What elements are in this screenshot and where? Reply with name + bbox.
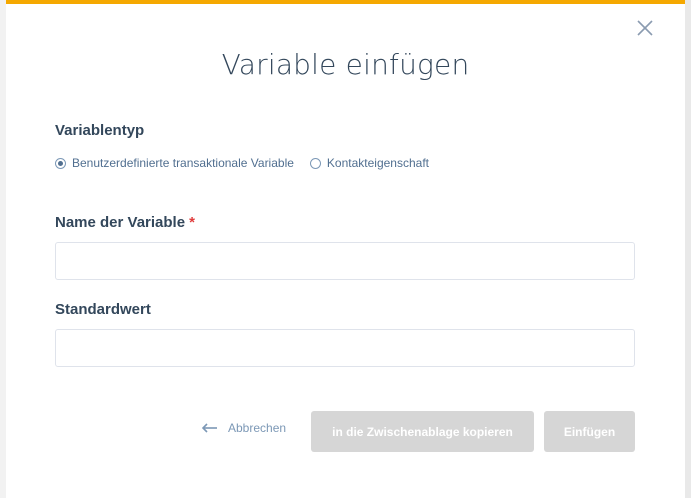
- page-backdrop: [685, 0, 691, 498]
- radio-label: Kontakteigenschaft: [326, 156, 429, 170]
- insert-variable-dialog: Variable einfügen Variablentyp Benutzerd…: [6, 0, 685, 498]
- insert-button[interactable]: Einfügen: [544, 411, 635, 452]
- radio-option-custom-transactional[interactable]: Benutzerdefinierte transaktionale Variab…: [55, 156, 294, 170]
- variable-name-input[interactable]: [55, 242, 635, 280]
- cancel-label: Abbrechen: [228, 421, 287, 435]
- radio-button-checked[interactable]: [55, 157, 66, 169]
- radio-option-contact-property[interactable]: Kontakteigenschaft: [309, 156, 429, 170]
- default-value-label: Standardwert: [55, 301, 151, 318]
- copy-to-clipboard-button[interactable]: in die Zwischenablage kopieren: [311, 411, 534, 452]
- required-marker: *: [189, 214, 195, 231]
- variable-name-label: Name der Variable *: [55, 214, 195, 231]
- dialog-footer: Abbrechen in die Zwischenablage kopieren…: [6, 411, 685, 452]
- variable-name-label-text: Name der Variable: [55, 214, 186, 231]
- arrow-left-icon: [202, 423, 218, 433]
- dialog-title: Variable einfügen: [221, 48, 470, 81]
- variable-type-radio-group: Benutzerdefinierte transaktionale Variab…: [55, 156, 429, 170]
- radio-label: Benutzerdefinierte transaktionale Variab…: [72, 156, 294, 170]
- close-button[interactable]: [635, 18, 655, 38]
- default-value-input[interactable]: [55, 329, 635, 367]
- variable-type-label: Variablentyp: [55, 122, 145, 139]
- close-icon: [637, 20, 653, 36]
- cancel-button[interactable]: Abbrechen: [202, 421, 286, 435]
- radio-button-unchecked[interactable]: [309, 157, 321, 169]
